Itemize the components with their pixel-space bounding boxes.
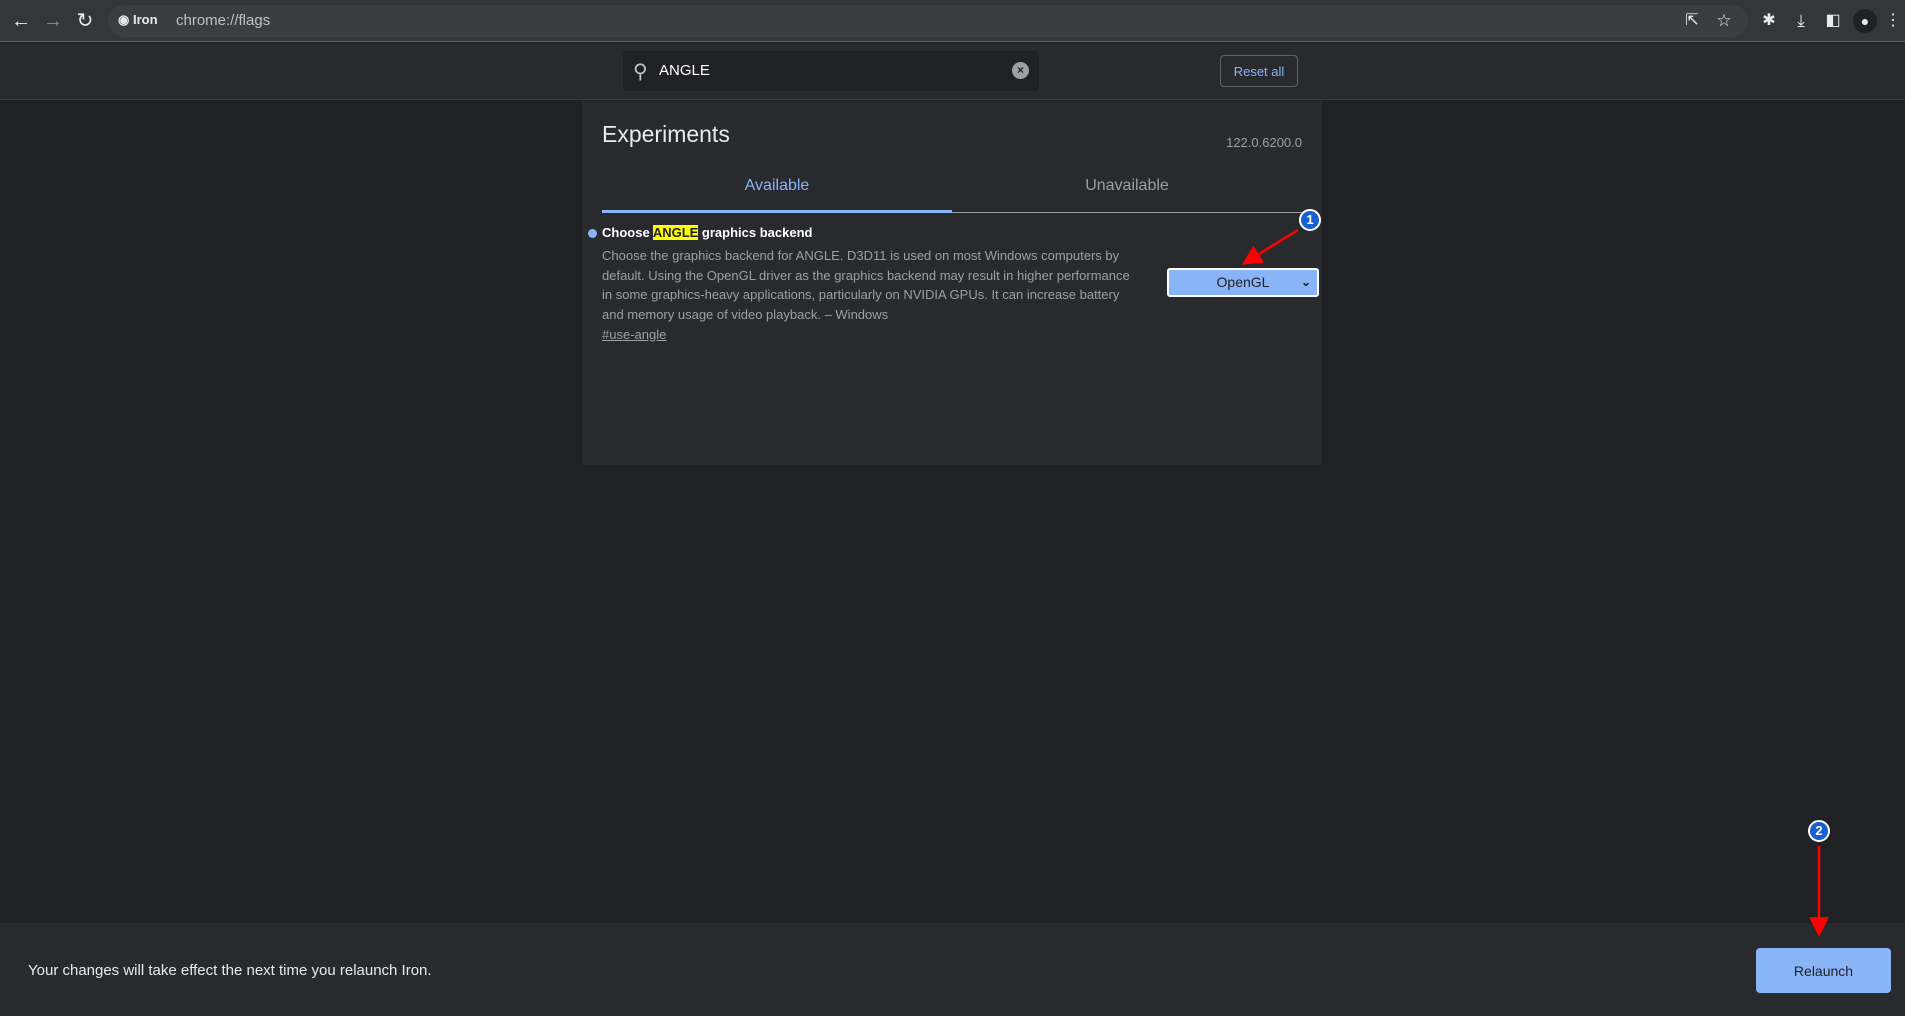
extensions-icon[interactable]: ✱ [1757,9,1781,33]
tab-available[interactable]: Available [602,177,952,213]
url-text[interactable]: chrome://flags [176,12,270,29]
browser-toolbar: ← → ↻ ◉ Iron chrome://flags ⇱ ☆ ✱ ⤓ ◧ ● … [0,0,1905,42]
flag-title-prefix: Choose [602,225,653,240]
share-icon[interactable]: ⇱ [1680,9,1704,33]
site-label: Iron [132,12,158,27]
relaunch-button[interactable]: Relaunch [1756,948,1891,993]
reset-all-button[interactable]: Reset all [1220,55,1298,87]
profile-icon[interactable]: ● [1853,9,1877,33]
address-bar[interactable]: ◉ Iron chrome://flags ⇱ ☆ [108,5,1748,37]
flags-header: ⚲ ANGLE × Reset all [0,43,1905,100]
star-icon[interactable]: ☆ [1712,9,1736,33]
forward-icon[interactable]: → [41,9,65,33]
flag-title-suffix: graphics backend [698,225,813,240]
clear-search-icon[interactable]: × [1012,62,1029,79]
menu-icon[interactable]: ⋮ [1885,9,1901,33]
search-input[interactable]: ⚲ ANGLE × [623,51,1039,91]
relaunch-message: Your changes will take effect the next t… [28,962,432,979]
search-value[interactable]: ANGLE [659,62,710,79]
page-title: Experiments [602,121,730,147]
chevron-down-icon: ⌄ [1300,275,1311,289]
back-icon[interactable]: ← [9,9,33,33]
tab-bar: Available Unavailable [602,177,1302,213]
version-label: 122.0.6200.0 [1226,135,1302,150]
search-icon: ⚲ [633,61,648,83]
reload-icon[interactable]: ↻ [73,9,97,33]
annotation-badge-1: 1 [1299,209,1321,231]
site-chip[interactable]: ◉ Iron [118,12,158,28]
experiments-panel: Experiments 122.0.6200.0 Available Unava… [582,101,1322,465]
modified-dot-icon [588,229,597,238]
annotation-badge-2: 2 [1808,820,1830,842]
selected-value: OpenGL [1216,274,1270,290]
side-panel-icon[interactable]: ◧ [1821,9,1845,33]
tab-unavailable[interactable]: Unavailable [952,177,1302,195]
search-highlight: ANGLE [652,225,699,240]
flag-item: Choose ANGLE graphics backend Choose the… [588,225,1319,344]
relaunch-bar: Your changes will take effect the next t… [0,923,1905,1016]
backend-select[interactable]: OpenGL ⌄ [1167,268,1319,297]
flag-title: Choose ANGLE graphics backend [602,225,1302,240]
flag-link[interactable]: #use-angle [602,327,666,342]
download-icon[interactable]: ⤓ [1789,9,1813,33]
flag-description: Choose the graphics backend for ANGLE. D… [602,248,1130,322]
